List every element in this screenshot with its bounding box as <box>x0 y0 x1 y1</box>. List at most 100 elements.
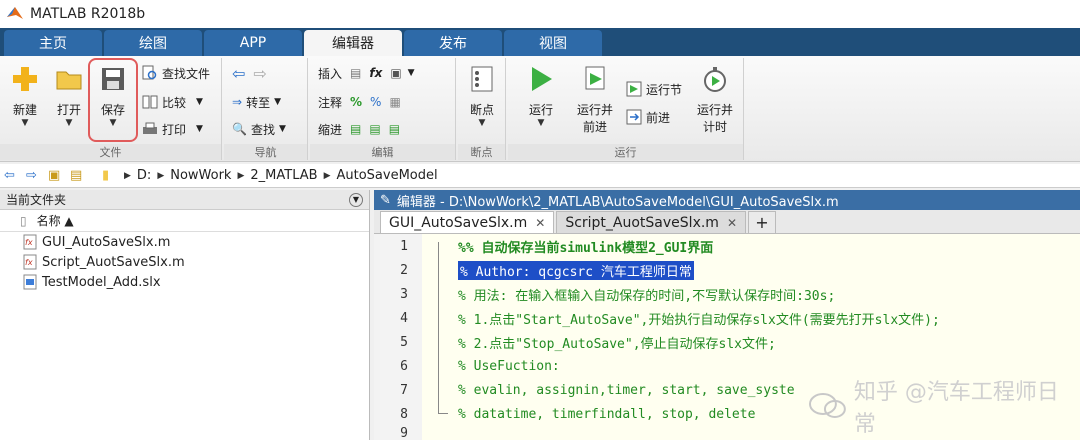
up-folder-icon[interactable]: ▣ <box>48 168 66 184</box>
tab-home[interactable]: 主页 <box>4 30 102 56</box>
code-text: % 1.点击"Start_AutoSave",开始执行自动保存slx文件(需要先… <box>458 312 940 328</box>
back-arrow-icon[interactable]: ⇦ <box>4 168 22 184</box>
code-line: 5 % 2.点击"Stop_AutoSave",停止自动保存slx文件; <box>374 330 1080 354</box>
tab-publish[interactable]: 发布 <box>404 30 502 56</box>
forward-arrow-icon[interactable]: ⇨ <box>26 168 44 184</box>
current-folder-panel: 当前文件夹 ▼ ▯ 名称 ▲ fx GUI_AutoSaveSlx.m fx S… <box>0 190 370 440</box>
arrow-left-icon[interactable]: ⇦ <box>232 64 245 83</box>
line-number: 6 <box>400 358 408 374</box>
ribbon: 新建 ▼ 打开 ▼ 保存 ▼ 查找文件 比较 ▼ 打印 ▼ 文件 ⇦ ⇨ ⇒ 转… <box>0 56 1080 162</box>
panel-menu-icon[interactable]: ▼ <box>349 192 363 207</box>
smart-indent-icon[interactable]: ▤ <box>350 122 361 136</box>
panel-title: 当前文件夹 <box>6 193 67 207</box>
arrow-right-icon[interactable]: ⇨ <box>253 64 266 83</box>
chevron-down-icon: ▼ <box>478 118 486 128</box>
breadcrumb-matlab[interactable]: 2_MATLAB <box>250 168 317 183</box>
chevron-down-icon: ▼ <box>274 97 281 107</box>
save-highlight-box <box>88 58 138 142</box>
file-name: GUI_AutoSaveSlx.m <box>42 234 171 250</box>
code-text: % UseFuction: <box>458 358 560 374</box>
panel-header: 当前文件夹 ▼ <box>0 190 369 210</box>
breakpoints-button[interactable]: 断点 ▼ <box>461 62 503 128</box>
find-files-button[interactable]: 查找文件 <box>142 62 210 84</box>
tab-plots[interactable]: 绘图 <box>104 30 202 56</box>
run-button[interactable]: 运行 ▼ <box>520 62 562 128</box>
line-number: 4 <box>400 310 408 326</box>
find-files-icon <box>142 65 157 80</box>
print-label: 打印 <box>162 122 187 137</box>
run-section-icon <box>626 81 642 97</box>
column-name-label: 名称 ▲ <box>36 214 74 228</box>
advance-button[interactable]: 前进 <box>626 106 670 128</box>
wrap-comments-icon[interactable]: ▦ <box>389 95 400 109</box>
insert-button[interactable]: 插入 ▤ fx ▣ ▼ <box>318 62 415 84</box>
function-icon[interactable]: ▣ <box>390 66 401 80</box>
browse-folder-icon[interactable]: ▤ <box>70 168 88 184</box>
outdent-icon[interactable]: ▤ <box>389 122 400 136</box>
tab-editor[interactable]: 编辑器 <box>304 30 402 56</box>
advance-icon <box>626 109 642 125</box>
insert-label: 插入 <box>318 66 343 81</box>
file-row[interactable]: fx Script_AuotSaveSlx.m <box>0 252 369 272</box>
group-label-run: 运行 <box>508 144 743 160</box>
fold-marker[interactable] <box>438 242 448 258</box>
close-icon[interactable]: ✕ <box>535 216 545 230</box>
open-button[interactable]: 打开 ▼ <box>48 62 90 128</box>
editor-tab-script[interactable]: Script_AuotSaveSlx.m ✕ <box>556 211 746 233</box>
file-row[interactable]: fx GUI_AutoSaveSlx.m <box>0 232 369 252</box>
run-and-advance-button[interactable]: 运行并 前进 <box>574 62 616 135</box>
fold-marker <box>438 258 448 282</box>
find-button[interactable]: 🔍 查找 ▼ <box>232 118 286 140</box>
file-row[interactable]: TestModel_Add.slx <box>0 272 369 292</box>
compare-label: 比较 <box>162 95 187 110</box>
code-line: 3 % 用法: 在输入框输入自动保存的时间,不写默认保存时间:30s; <box>374 282 1080 306</box>
folder-icon: ▮ <box>102 167 110 183</box>
uncomment-icon[interactable]: % <box>370 95 381 109</box>
run-advance-label-2: 前进 <box>582 120 607 134</box>
close-icon[interactable]: ✕ <box>727 216 737 230</box>
new-button[interactable]: 新建 ▼ <box>4 62 46 128</box>
column-header-name[interactable]: ▯ 名称 ▲ <box>0 210 369 232</box>
breadcrumb-drive[interactable]: D: <box>137 168 151 183</box>
breadcrumb-autosave[interactable]: AutoSaveModel <box>336 168 437 183</box>
new-icon <box>13 67 37 91</box>
magnifier-icon: 🔍 <box>232 122 247 136</box>
watermark: 知乎 @汽车工程师日常 <box>808 374 1080 438</box>
run-section-button[interactable]: 运行节 <box>626 78 682 100</box>
back-forward-buttons[interactable]: ⇦ ⇨ <box>232 62 267 84</box>
tab-view[interactable]: 视图 <box>504 30 602 56</box>
editor-tab-gui[interactable]: GUI_AutoSaveSlx.m ✕ <box>380 211 555 233</box>
insert-icon: ▤ <box>350 66 362 80</box>
printer-icon <box>143 122 157 134</box>
indent-icon[interactable]: ▤ <box>369 122 380 136</box>
goto-button[interactable]: ⇒ 转至 ▼ <box>232 91 281 113</box>
wechat-icon <box>808 393 846 418</box>
code-text: % evalin, assignin,timer, start, save_sy… <box>458 382 795 398</box>
find-label: 查找 <box>250 122 275 137</box>
editor-title: 编辑器 - D:\NowWork\2_MATLAB\AutoSaveModel\… <box>396 194 839 210</box>
breakpoints-label: 断点 <box>469 103 494 117</box>
comment-button[interactable]: 注释 % % ▦ <box>318 91 401 113</box>
run-label: 运行 <box>528 103 553 117</box>
ribbon-group-breakpoints: 断点 ▼ 断点 <box>458 58 506 160</box>
svg-text:fx: fx <box>25 238 33 247</box>
code-line: 4 % 1.点击"Start_AutoSave",开始执行自动保存slx文件(需… <box>374 306 1080 330</box>
compare-button[interactable]: 比较 ▼ <box>142 91 203 113</box>
stopwatch-icon <box>704 67 726 92</box>
indent-label: 缩进 <box>318 122 343 137</box>
indent-button[interactable]: 缩进 ▤ ▤ ▤ <box>318 118 400 140</box>
play-icon <box>532 67 552 91</box>
fx-icon[interactable]: fx <box>369 66 382 80</box>
find-files-label: 查找文件 <box>162 66 211 81</box>
advance-label: 前进 <box>646 110 671 125</box>
breadcrumb-nowwork[interactable]: NowWork <box>170 168 231 183</box>
run-time-label-2: 计时 <box>702 120 727 134</box>
code-text: % 用法: 在输入框输入自动保存的时间,不写默认保存时间:30s; <box>458 288 836 304</box>
percent-icon[interactable]: % <box>350 95 362 109</box>
add-tab-button[interactable]: + <box>748 211 776 233</box>
run-advance-icon <box>585 66 605 90</box>
print-button[interactable]: 打印 ▼ <box>142 118 203 140</box>
run-and-time-button[interactable]: 运行并 计时 <box>694 62 736 135</box>
tab-apps[interactable]: APP <box>204 30 302 56</box>
editor-pencil-icon: ✎ <box>380 192 391 208</box>
